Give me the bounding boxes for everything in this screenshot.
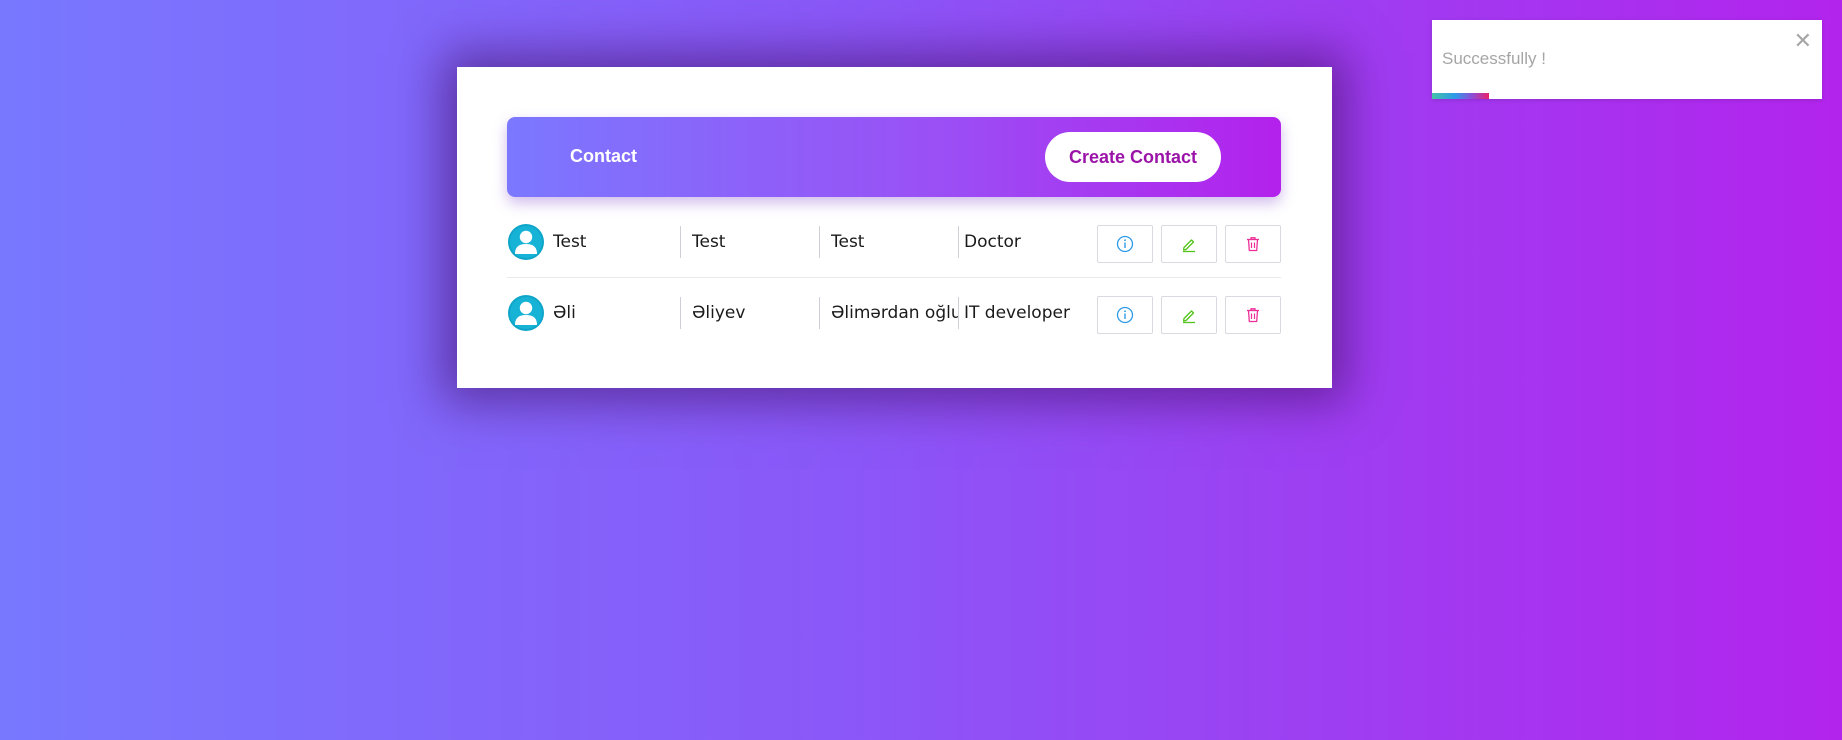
delete-button[interactable] bbox=[1225, 225, 1281, 263]
contact-surname: Əliyev bbox=[692, 303, 746, 323]
pencil-icon bbox=[1182, 310, 1195, 324]
contacts-card: Contact Create Contact Test Test Test Do… bbox=[457, 67, 1332, 388]
column-divider bbox=[958, 297, 959, 329]
column-divider bbox=[958, 226, 959, 258]
table-row: Əli Əliyev Əlimərdan oğlu IT developer bbox=[507, 278, 1281, 348]
column-divider bbox=[819, 226, 820, 258]
contact-father-name: Əlimərdan oğlu bbox=[831, 303, 959, 323]
column-divider bbox=[819, 297, 820, 329]
column-divider bbox=[680, 297, 681, 329]
info-icon bbox=[1116, 306, 1134, 324]
close-icon[interactable]: ✕ bbox=[1794, 31, 1812, 53]
contacts-header: Contact Create Contact bbox=[507, 117, 1281, 197]
column-divider bbox=[680, 226, 681, 258]
trash-icon bbox=[1247, 237, 1259, 252]
contact-name: Əli bbox=[553, 303, 576, 323]
create-contact-button[interactable]: Create Contact bbox=[1045, 132, 1221, 182]
delete-button[interactable] bbox=[1225, 296, 1281, 334]
page-title: Contact bbox=[570, 146, 637, 166]
contact-job: Doctor bbox=[964, 232, 1021, 252]
user-avatar-icon bbox=[508, 224, 544, 260]
contact-job: IT developer bbox=[964, 303, 1070, 323]
contact-name: Test bbox=[553, 232, 587, 252]
contact-father-name: Test bbox=[831, 232, 865, 252]
table-row: Test Test Test Doctor bbox=[507, 207, 1281, 278]
contact-surname: Test bbox=[692, 232, 726, 252]
info-icon bbox=[1116, 235, 1134, 253]
toast-message: Successfully ! bbox=[1442, 49, 1546, 68]
edit-button[interactable] bbox=[1161, 296, 1217, 334]
info-button[interactable] bbox=[1097, 225, 1153, 263]
trash-icon bbox=[1247, 308, 1259, 323]
pencil-icon bbox=[1182, 239, 1195, 253]
edit-button[interactable] bbox=[1161, 225, 1217, 263]
toast-notification: Successfully ! ✕ bbox=[1432, 20, 1822, 99]
toast-progress-bar bbox=[1432, 93, 1489, 99]
user-avatar-icon bbox=[508, 295, 544, 331]
info-button[interactable] bbox=[1097, 296, 1153, 334]
